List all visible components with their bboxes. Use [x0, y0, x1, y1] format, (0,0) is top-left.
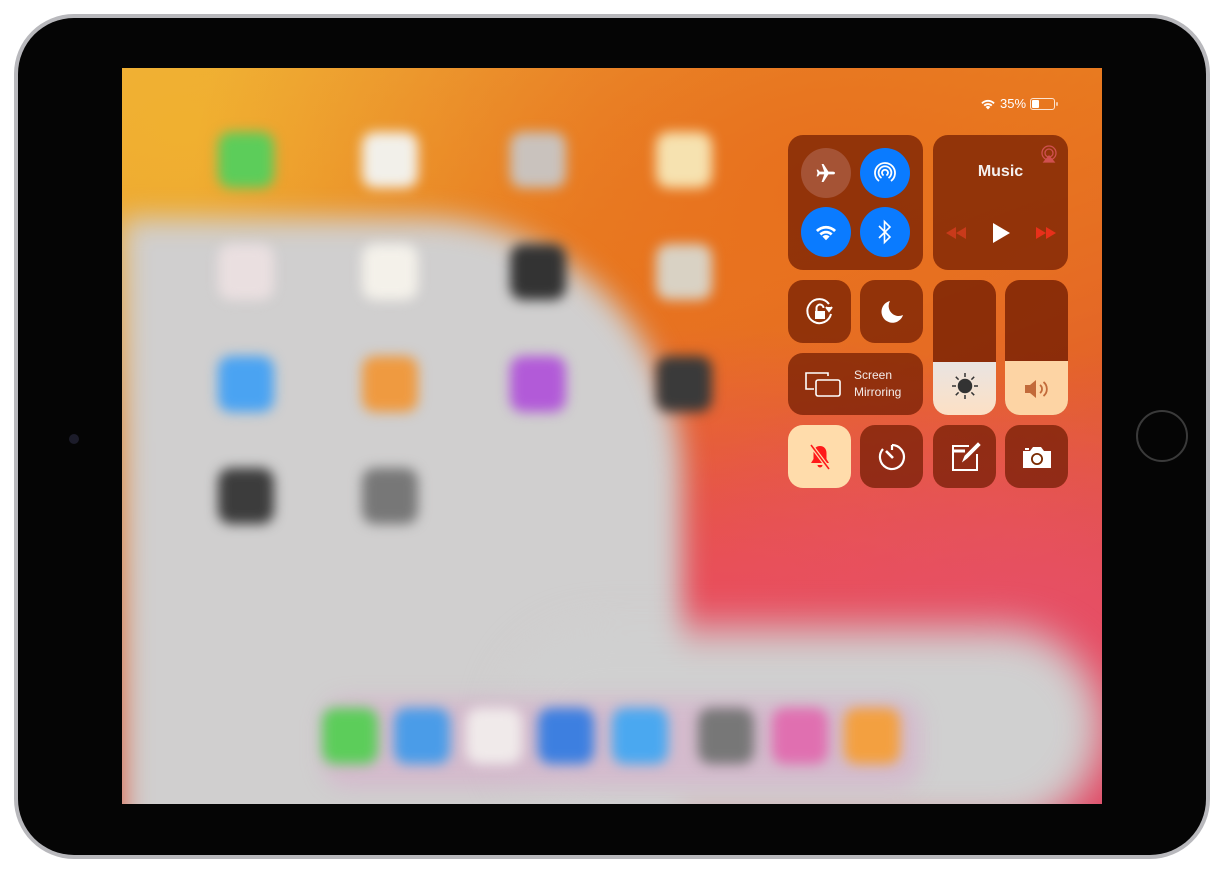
volume-slider[interactable] — [1005, 280, 1068, 415]
screen-mirroring-button[interactable]: Screen Mirroring — [788, 353, 923, 415]
dock-icon-blurred — [698, 708, 754, 764]
app-icon-blurred — [656, 356, 712, 412]
airplane-icon — [816, 164, 835, 182]
notes-icon — [951, 441, 981, 471]
bell-muted-icon — [808, 443, 831, 470]
airdrop-toggle[interactable] — [860, 148, 910, 198]
screen-mirroring-label-1: Screen — [854, 368, 893, 382]
camera-icon — [1022, 446, 1051, 468]
app-icon-blurred — [656, 132, 712, 188]
dock-icon-blurred — [612, 708, 668, 764]
brightness-slider[interactable] — [933, 280, 996, 415]
wifi-toggle[interactable] — [801, 207, 851, 257]
app-icon-blurred — [362, 356, 418, 412]
app-icon-blurred — [510, 244, 566, 300]
dock-icon-blurred — [322, 708, 378, 764]
fast-forward-icon[interactable] — [1035, 226, 1057, 240]
airplay-audio-icon[interactable] — [1040, 145, 1058, 163]
airplane-mode-toggle[interactable] — [801, 148, 851, 198]
wifi-icon — [815, 225, 837, 241]
battery-percent: 35% — [1000, 96, 1027, 111]
dock-icon-blurred — [844, 708, 900, 764]
app-icon-blurred — [362, 132, 418, 188]
notes-button[interactable] — [933, 425, 996, 488]
orientation-lock-icon — [805, 297, 833, 324]
speaker-icon — [1024, 380, 1048, 398]
app-icon-blurred — [218, 356, 274, 412]
app-icon-blurred — [510, 132, 566, 188]
home-button[interactable] — [1136, 410, 1188, 462]
app-icon-blurred — [218, 132, 274, 188]
bluetooth-icon — [878, 219, 892, 245]
app-icon-blurred — [362, 244, 418, 300]
screen-mirroring-icon — [805, 372, 841, 397]
status-bar: 35% — [980, 96, 1059, 111]
camera-button[interactable] — [1005, 425, 1068, 488]
timer-icon — [878, 443, 905, 470]
sun-icon — [951, 373, 978, 399]
app-icon-blurred — [362, 468, 418, 524]
dock-icon-blurred — [772, 708, 828, 764]
front-camera — [69, 434, 79, 444]
app-icon-blurred — [218, 468, 274, 524]
dock-icon-blurred — [538, 708, 594, 764]
music-module[interactable]: Music — [933, 135, 1068, 270]
moon-icon — [881, 300, 903, 323]
screen-mirroring-label-2: Mirroring — [854, 385, 902, 399]
silent-mode-button[interactable] — [788, 425, 851, 488]
dock-icon-blurred — [466, 708, 522, 764]
battery-icon — [1030, 97, 1059, 110]
timer-button[interactable] — [860, 425, 923, 488]
bluetooth-toggle[interactable] — [860, 207, 910, 257]
play-icon[interactable] — [991, 222, 1011, 244]
airdrop-icon — [874, 162, 896, 182]
dock-icon-blurred — [394, 708, 450, 764]
rewind-icon[interactable] — [945, 226, 967, 240]
orientation-lock-button[interactable] — [788, 280, 851, 343]
do-not-disturb-button[interactable] — [860, 280, 923, 343]
app-icon-blurred — [510, 356, 566, 412]
wifi-icon — [981, 99, 995, 109]
app-icon-blurred — [656, 244, 712, 300]
app-icon-blurred — [218, 244, 274, 300]
music-title: Music — [977, 163, 1024, 180]
